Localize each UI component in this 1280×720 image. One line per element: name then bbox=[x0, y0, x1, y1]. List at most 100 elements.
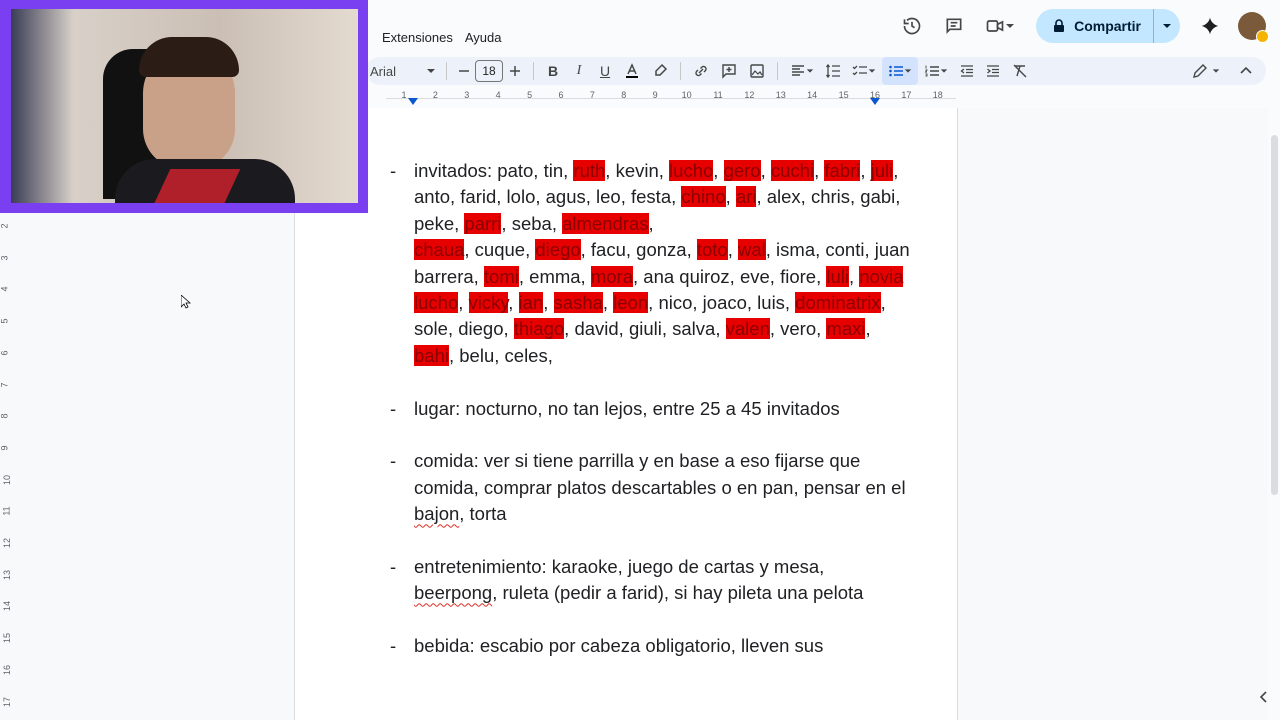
ruler-number: 12 bbox=[744, 90, 755, 100]
left-indent-marker[interactable] bbox=[408, 98, 418, 106]
align-button[interactable] bbox=[784, 57, 820, 85]
list-bullet: - bbox=[390, 635, 397, 657]
vertical-ruler-number: 14 bbox=[2, 601, 13, 612]
ruler-number: 15 bbox=[838, 90, 849, 100]
version-history-button[interactable] bbox=[894, 8, 930, 44]
text-run: bebida: escabio por cabeza obligatorio, … bbox=[414, 635, 824, 657]
menu-help[interactable]: Ayuda bbox=[465, 30, 502, 45]
text-run: , seba, bbox=[501, 212, 563, 234]
list-bullet: - bbox=[390, 450, 397, 472]
highlighted-name: lucho bbox=[669, 160, 714, 181]
vertical-ruler-number: 10 bbox=[2, 474, 13, 485]
text-run: , vero, bbox=[769, 318, 827, 340]
numbered-list-button[interactable] bbox=[918, 57, 954, 85]
clear-formatting-button[interactable] bbox=[1006, 57, 1034, 85]
highlighted-name: tomi bbox=[483, 265, 519, 287]
text-run: , bbox=[725, 186, 736, 208]
insert-image-button[interactable] bbox=[743, 57, 771, 85]
ruler-number: 11 bbox=[713, 90, 723, 100]
bold-button[interactable]: B bbox=[540, 57, 566, 85]
font-size-input[interactable]: 18 bbox=[475, 60, 503, 82]
misspelled-word[interactable]: bajon bbox=[414, 503, 459, 524]
chevron-left-icon[interactable] bbox=[1258, 690, 1270, 704]
avatar[interactable] bbox=[1238, 12, 1269, 43]
editing-mode-button[interactable] bbox=[1186, 57, 1226, 85]
highlighted-name: bahi bbox=[414, 344, 449, 366]
highlighted-name: gero bbox=[723, 160, 761, 181]
highlighted-name: ruth bbox=[573, 160, 606, 181]
horizontal-ruler[interactable]: 1 2 3 4 5 6 7 8 9 10 11 12 13 14 15 16 17 18 bbox=[372, 90, 962, 108]
align-left-icon bbox=[792, 65, 804, 76]
numbered-list-icon bbox=[924, 65, 939, 77]
hide-menus-button[interactable] bbox=[1226, 57, 1266, 85]
menu-bar: Extensiones Ayuda bbox=[382, 30, 501, 45]
decrease-font-size-button[interactable] bbox=[453, 57, 475, 85]
gemini-button[interactable] bbox=[1192, 8, 1228, 44]
text-run: , cuque, bbox=[464, 239, 536, 261]
increase-font-size-button[interactable] bbox=[503, 57, 527, 85]
chevron-down-icon bbox=[940, 69, 948, 73]
highlighted-name: fabri bbox=[824, 160, 861, 181]
bulleted-list-icon bbox=[889, 65, 903, 77]
meet-button[interactable] bbox=[978, 8, 1022, 44]
vertical-ruler-number: 6 bbox=[0, 350, 10, 356]
list-item-entretenimiento: - entretenimiento: karaoke, juego de car… bbox=[390, 554, 910, 607]
list-bullet: - bbox=[390, 397, 397, 419]
bulleted-list-button[interactable] bbox=[882, 57, 918, 85]
lock-icon bbox=[1054, 19, 1065, 32]
vertical-ruler-number: 11 bbox=[1, 506, 12, 516]
insert-link-button[interactable] bbox=[687, 57, 715, 85]
text-run: invitados: pato, tin, bbox=[414, 160, 574, 181]
highlighted-name: leon bbox=[613, 292, 649, 314]
text-run: , emma, bbox=[518, 265, 591, 287]
toolbar-divider bbox=[680, 62, 681, 80]
comments-button[interactable] bbox=[936, 8, 972, 44]
highlighted-name: ian bbox=[518, 292, 544, 314]
line-spacing-button[interactable] bbox=[820, 57, 846, 85]
share-button[interactable]: Compartir bbox=[1036, 9, 1180, 43]
vertical-ruler[interactable]: 2 3 4 5 6 7 8 9 10 11 12 13 14 15 16 17 bbox=[0, 213, 14, 720]
text-color-button[interactable] bbox=[618, 57, 646, 85]
share-dropdown[interactable] bbox=[1153, 9, 1180, 43]
checklist-button[interactable] bbox=[846, 57, 882, 85]
highlighted-name: sasha bbox=[553, 292, 603, 314]
menu-extensions[interactable]: Extensiones bbox=[382, 30, 453, 45]
vertical-ruler-number: 16 bbox=[2, 664, 13, 675]
video-camera-icon bbox=[986, 20, 1004, 32]
underline-button[interactable]: U bbox=[592, 57, 618, 85]
vertical-ruler-number: 4 bbox=[0, 286, 10, 292]
add-comment-button[interactable] bbox=[715, 57, 743, 85]
link-icon bbox=[695, 65, 707, 77]
webcam-overlay bbox=[0, 0, 368, 213]
highlighted-name: toto bbox=[696, 239, 728, 261]
highlighted-name: ari bbox=[735, 186, 757, 208]
text-run: nico, joaco, luis, bbox=[653, 292, 796, 314]
scrollbar[interactable] bbox=[1271, 135, 1278, 495]
highlight-color-button[interactable] bbox=[646, 57, 674, 85]
text-run: , bbox=[760, 160, 771, 181]
text-run: eve, fiore, bbox=[734, 265, 827, 287]
ruler-number: 7 bbox=[589, 90, 595, 100]
highlighted-name: chino bbox=[681, 186, 726, 208]
toolbar-divider bbox=[533, 62, 534, 80]
decrease-indent-button[interactable] bbox=[954, 57, 980, 85]
right-indent-marker[interactable] bbox=[870, 98, 880, 106]
increase-indent-button[interactable] bbox=[980, 57, 1006, 85]
list-bullet: - bbox=[390, 556, 397, 578]
toolbar-divider bbox=[446, 62, 447, 80]
italic-button[interactable]: I bbox=[566, 57, 592, 85]
highlighted-name: luli bbox=[826, 265, 849, 287]
decrease-indent-icon bbox=[960, 65, 973, 77]
text-run: comida: ver si tiene parrilla y en base … bbox=[414, 450, 906, 498]
sparkle-icon bbox=[1201, 17, 1219, 35]
text-run: , bbox=[713, 160, 724, 181]
chevron-down-icon bbox=[868, 69, 876, 73]
highlighted-name: almendras bbox=[562, 212, 649, 234]
document-body[interactable]: - invitados: pato, tin, ruth, kevin, luc… bbox=[390, 158, 910, 686]
vertical-ruler-number: 9 bbox=[0, 445, 10, 451]
text-run: , kevin, bbox=[605, 160, 670, 181]
misspelled-word[interactable]: beerpong bbox=[414, 582, 492, 603]
list-bullet: - bbox=[390, 160, 397, 181]
font-family-select[interactable]: Arial bbox=[366, 57, 440, 85]
chevron-down-icon bbox=[1212, 69, 1220, 73]
